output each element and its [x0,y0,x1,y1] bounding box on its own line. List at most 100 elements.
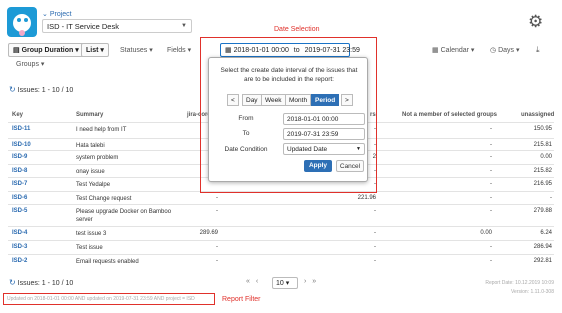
table-row[interactable]: ISD-4 test issue 3 289.69 - 0.00 6.24 [8,226,554,240]
cell-not-member: - [490,244,492,250]
cell-not-member: - [490,168,492,174]
table-row[interactable]: ISD-2 Email requests enabled - - - 292.81 [8,254,554,268]
cell-jira-core: - [216,244,218,250]
days-dropdown[interactable]: ◷ Days ▾ [490,46,519,54]
cell-unassigned: 150.95 [533,126,552,132]
issue-summary: I need help from IT [76,127,127,133]
issue-summary: Please upgrade Docker on Bamboo server [76,209,172,223]
issue-key[interactable]: ISD-11 [12,126,30,132]
cell-not-member: - [490,154,492,160]
issue-key[interactable]: ISD-10 [12,142,31,148]
cell-not-member: - [490,258,492,264]
cell-group: 221.96 [357,195,376,201]
calendar-dropdown[interactable]: ▦ Calendar ▾ [432,46,474,54]
issue-summary: Email requests enabled [76,259,139,265]
version-text: Version: 1.11.0-308 [511,289,554,295]
cell-not-member: - [490,126,492,132]
cell-jira-core: 289.69 [199,230,218,236]
issue-summary: system problem [76,155,119,161]
period-month-tab[interactable]: Month [285,94,312,106]
project-select[interactable]: ISD - IT Service Desk ▼ [42,19,192,33]
issues-count-bottom: ↻ Issues: 1 - 10 / 10 [9,278,74,287]
cell-unassigned: 286.94 [533,244,552,250]
apply-button[interactable]: Apply [304,160,332,172]
logo-eye-icon [24,18,28,22]
cell-unassigned: 215.81 [533,142,552,148]
issue-key[interactable]: ISD-3 [12,244,27,250]
logo-eye-icon [17,18,21,22]
list-icon: ▤ [13,47,22,54]
column-header-not-member[interactable]: Not a member of selected groups [402,112,497,118]
issue-summary: Test Change request [76,196,132,202]
issue-key[interactable]: ISD-5 [12,208,27,214]
issue-key[interactable]: ISD-4 [12,230,27,236]
date-selection-annotation: Date Selection [274,26,320,33]
column-header-summary[interactable]: Summary [76,112,103,118]
groups-dropdown[interactable]: Groups ▾ [16,60,44,68]
page-size-select[interactable]: 10 ▾ [272,277,298,289]
cell-unassigned: 216.95 [533,181,552,187]
cell-group: - [374,230,376,236]
cell-not-member: - [490,142,492,148]
prev-period-button[interactable]: < [227,94,239,106]
date-condition-select[interactable]: Updated Date ▼ [283,143,365,155]
issue-summary: Test Yedalpe [76,182,111,188]
fields-dropdown[interactable]: Fields ▾ [167,46,191,54]
next-period-button[interactable]: > [341,94,353,106]
pagination-next: › » [304,278,316,285]
last-page-button[interactable]: » [312,278,316,285]
group-duration-button[interactable]: ▤ Group Duration ▾ [8,43,84,57]
sync-icon[interactable]: ↻ [9,278,16,287]
list-button[interactable]: List ▾ [81,43,109,57]
column-header-key[interactable]: Key [12,112,23,118]
project-label[interactable]: ⌄ Project [42,10,72,18]
column-header-unassigned[interactable]: unassigned [521,112,554,118]
download-icon[interactable]: ⤓ [536,45,540,55]
gear-icon[interactable]: ⚙ [528,12,543,32]
issue-summary: Hata talebi [76,143,105,149]
issue-key[interactable]: ISD-2 [12,258,27,264]
sync-icon[interactable]: ↻ [9,85,16,94]
cancel-button[interactable]: Cancel [336,160,364,172]
cell-not-member: 0.00 [480,230,492,236]
issue-key[interactable]: ISD-7 [12,181,27,187]
cell-not-member: - [490,181,492,187]
table-row[interactable]: ISD-3 Test issue - - - 286.94 [8,240,554,254]
calendar-icon: ▦ [432,47,441,54]
next-page-button[interactable]: › [304,278,306,285]
issue-key[interactable]: ISD-9 [12,154,27,160]
caret-down-icon: ▼ [356,146,361,152]
cell-group: - [374,258,376,264]
statuses-dropdown[interactable]: Statuses ▾ [120,46,153,54]
first-page-button[interactable]: « [246,278,250,285]
prev-page-button[interactable]: ‹ [256,278,258,285]
to-input[interactable]: 2019-07-31 23:59 [283,128,365,140]
issue-summary: Test issue [76,245,103,251]
period-day-tab[interactable]: Day [242,94,262,106]
issue-key[interactable]: ISD-8 [12,168,27,174]
issue-summary: onay issue [76,169,105,175]
cell-jira-core: - [216,258,218,264]
issues-count-top: ↻ Issues: 1 - 10 / 10 [9,85,74,94]
cell-unassigned: 6.24 [540,230,552,236]
from-label: From [238,115,254,122]
issue-key[interactable]: ISD-6 [12,195,27,201]
cell-unassigned: 0.00 [540,154,552,160]
report-filter-text: Updated on 2018-01-01 00:00 AND updated … [7,296,195,302]
popup-description: Select the create date interval of the i… [220,67,358,83]
period-period-tab[interactable]: Period [311,94,340,106]
cell-not-member: - [490,195,492,201]
cell-unassigned: 292.81 [533,258,552,264]
cell-group: - [374,244,376,250]
table-row[interactable]: ISD-5 Please upgrade Docker on Bamboo ser… [8,204,554,226]
period-week-tab[interactable]: Week [261,94,286,106]
cell-unassigned: 215.82 [533,168,552,174]
from-input[interactable]: 2018-01-01 00:00 [283,113,365,125]
cell-not-member: - [490,208,492,214]
cell-group: - [374,208,376,214]
pagination: « ‹ [246,278,258,285]
app-logo [7,7,37,37]
issue-summary: test issue 3 [76,231,107,237]
clock-icon: ◷ [490,47,499,54]
caret-down-icon: ▼ [181,23,187,29]
